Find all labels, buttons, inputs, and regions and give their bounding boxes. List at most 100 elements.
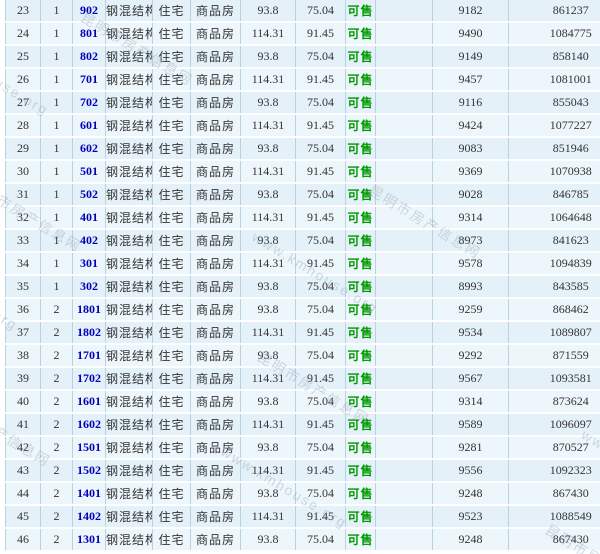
- cell-structure: 钢混结构: [106, 459, 153, 482]
- unit-link[interactable]: 801: [80, 26, 98, 40]
- cell-status: 可售: [346, 22, 376, 45]
- cell-structure: 钢混结构: [106, 436, 153, 459]
- cell-building: 1: [41, 68, 73, 91]
- status-badge: 可售: [347, 165, 373, 179]
- unit-link[interactable]: 1601: [77, 394, 101, 408]
- table-row: 33 1 402 钢混结构 住宅 商品房 93.8 75.04 可售 8973 …: [6, 229, 600, 252]
- unit-link[interactable]: 301: [80, 256, 98, 270]
- unit-link[interactable]: 701: [80, 72, 98, 86]
- cell-structure: 钢混结构: [106, 114, 153, 137]
- cell-seq: 36: [6, 298, 41, 321]
- unit-link[interactable]: 1802: [77, 325, 101, 339]
- table-row: 23 1 902 钢混结构 住宅 商品房 93.8 75.04 可售 9182 …: [6, 0, 600, 22]
- cell-build-area: 93.8: [241, 298, 296, 321]
- cell-status: 可售: [346, 137, 376, 160]
- cell-seq: 26: [6, 68, 41, 91]
- unit-link[interactable]: 1801: [77, 302, 101, 316]
- cell-gap: [376, 367, 433, 390]
- cell-unit-price: 9589: [433, 413, 509, 436]
- cell-build-area: 93.8: [241, 137, 296, 160]
- cell-seq: 39: [6, 367, 41, 390]
- cell-inner-area: 91.45: [296, 459, 346, 482]
- cell-building: 1: [41, 114, 73, 137]
- cell-build-area: 93.8: [241, 390, 296, 413]
- unit-link[interactable]: 802: [80, 49, 98, 63]
- table-row: 25 1 802 钢混结构 住宅 商品房 93.8 75.04 可售 9149 …: [6, 45, 600, 68]
- unit-link[interactable]: 601: [80, 118, 98, 132]
- cell-unit: 402: [73, 229, 106, 252]
- cell-gap: [376, 321, 433, 344]
- cell-inner-area: 75.04: [296, 275, 346, 298]
- status-badge: 可售: [347, 188, 373, 202]
- cell-build-area: 93.8: [241, 436, 296, 459]
- unit-link[interactable]: 702: [80, 95, 98, 109]
- cell-status: 可售: [346, 275, 376, 298]
- unit-listing-table: 23 1 902 钢混结构 住宅 商品房 93.8 75.04 可售 9182 …: [5, 0, 600, 552]
- cell-inner-area: 75.04: [296, 0, 346, 22]
- cell-build-area: 93.8: [241, 229, 296, 252]
- cell-building: 1: [41, 0, 73, 22]
- cell-structure: 钢混结构: [106, 22, 153, 45]
- status-badge: 可售: [347, 73, 373, 87]
- unit-link[interactable]: 1502: [77, 463, 101, 477]
- cell-use: 住宅: [153, 206, 191, 229]
- cell-unit: 1402: [73, 505, 106, 528]
- cell-gap: [376, 505, 433, 528]
- cell-unit: 1701: [73, 344, 106, 367]
- cell-type: 商品房: [191, 160, 241, 183]
- cell-building: 2: [41, 413, 73, 436]
- cell-building: 1: [41, 252, 73, 275]
- cell-status: 可售: [346, 229, 376, 252]
- cell-unit: 1401: [73, 482, 106, 505]
- cell-seq: 43: [6, 459, 41, 482]
- cell-use: 住宅: [153, 114, 191, 137]
- cell-status: 可售: [346, 528, 376, 551]
- unit-link[interactable]: 1701: [77, 348, 101, 362]
- cell-unit: 1502: [73, 459, 106, 482]
- cell-seq: 23: [6, 0, 41, 22]
- cell-unit-price: 9028: [433, 183, 509, 206]
- table-row: 44 2 1401 钢混结构 住宅 商品房 93.8 75.04 可售 9248…: [6, 482, 600, 505]
- table-row: 40 2 1601 钢混结构 住宅 商品房 93.8 75.04 可售 9314…: [6, 390, 600, 413]
- cell-building: 1: [41, 183, 73, 206]
- unit-link[interactable]: 302: [80, 279, 98, 293]
- cell-total-price: 868462: [509, 298, 600, 321]
- unit-link[interactable]: 902: [80, 3, 98, 17]
- cell-use: 住宅: [153, 275, 191, 298]
- cell-status: 可售: [346, 298, 376, 321]
- cell-structure: 钢混结构: [106, 206, 153, 229]
- unit-link[interactable]: 502: [80, 187, 98, 201]
- unit-link[interactable]: 402: [80, 233, 98, 247]
- unit-link[interactable]: 1402: [77, 509, 101, 523]
- cell-building: 2: [41, 321, 73, 344]
- cell-gap: [376, 390, 433, 413]
- cell-gap: [376, 206, 433, 229]
- cell-inner-area: 91.45: [296, 22, 346, 45]
- cell-status: 可售: [346, 160, 376, 183]
- unit-link[interactable]: 602: [80, 141, 98, 155]
- cell-status: 可售: [346, 390, 376, 413]
- unit-link[interactable]: 1301: [77, 532, 101, 546]
- cell-inner-area: 75.04: [296, 91, 346, 114]
- cell-status: 可售: [346, 68, 376, 91]
- unit-link[interactable]: 1602: [77, 417, 101, 431]
- cell-gap: [376, 229, 433, 252]
- unit-link[interactable]: 1401: [77, 486, 101, 500]
- cell-seq: 34: [6, 252, 41, 275]
- cell-unit: 1801: [73, 298, 106, 321]
- unit-link[interactable]: 501: [80, 164, 98, 178]
- cell-unit-price: 9314: [433, 390, 509, 413]
- cell-type: 商品房: [191, 367, 241, 390]
- cell-gap: [376, 528, 433, 551]
- cell-unit-price: 9292: [433, 344, 509, 367]
- cell-unit-price: 9534: [433, 321, 509, 344]
- cell-inner-area: 75.04: [296, 482, 346, 505]
- cell-seq: 46: [6, 528, 41, 551]
- unit-link[interactable]: 1501: [77, 440, 101, 454]
- unit-link[interactable]: 401: [80, 210, 98, 224]
- cell-inner-area: 75.04: [296, 528, 346, 551]
- unit-link[interactable]: 1702: [77, 371, 101, 385]
- cell-building: 2: [41, 505, 73, 528]
- cell-use: 住宅: [153, 482, 191, 505]
- cell-structure: 钢混结构: [106, 390, 153, 413]
